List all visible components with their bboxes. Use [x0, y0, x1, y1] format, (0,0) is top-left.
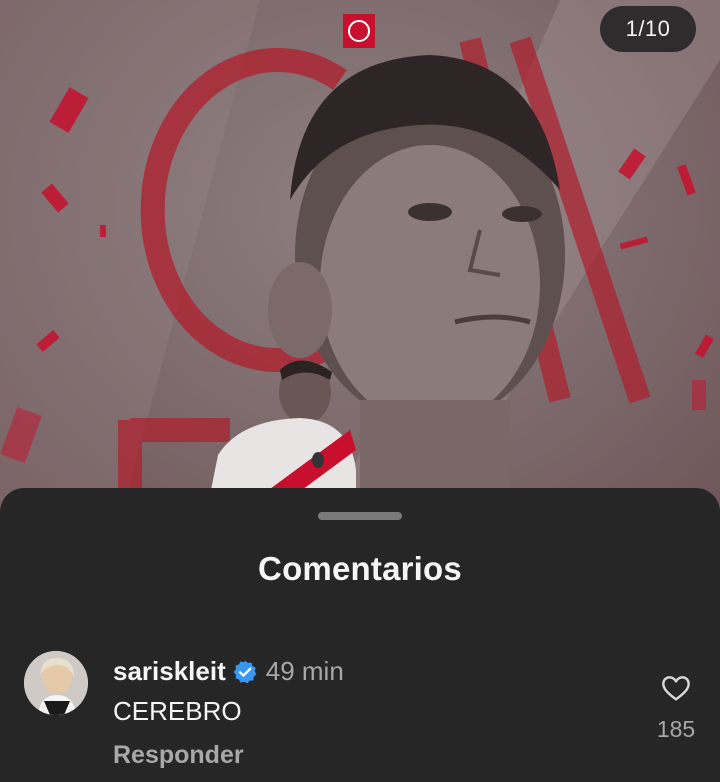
drag-handle[interactable]: [318, 512, 402, 520]
post-image[interactable]: 1/10: [0, 0, 720, 520]
post-artwork: [0, 0, 720, 520]
comment-header: sariskleit 49 min: [113, 656, 344, 687]
comment-timestamp: 49 min: [265, 656, 344, 686]
sheet-title: Comentarios: [258, 550, 462, 587]
avatar[interactable]: [24, 651, 88, 715]
avatar-photo-icon: [24, 651, 88, 715]
comment-username[interactable]: sariskleit: [113, 656, 226, 687]
verified-badge-icon: [233, 660, 257, 683]
comment-item: sariskleit 49 min CEREBRO Responder 185: [0, 648, 720, 782]
screen: 1/10 Comentarios sariskleit 49 min CEREB…: [0, 0, 720, 782]
comments-sheet: Comentarios sariskleit 49 min CEREBRO Re…: [0, 488, 720, 782]
heart-like-icon[interactable]: [660, 672, 692, 704]
reply-button[interactable]: Responder: [113, 741, 244, 770]
image-counter-badge: 1/10: [600, 6, 696, 52]
comment-text: CEREBRO: [113, 696, 242, 726]
like-count: 185: [656, 716, 696, 742]
